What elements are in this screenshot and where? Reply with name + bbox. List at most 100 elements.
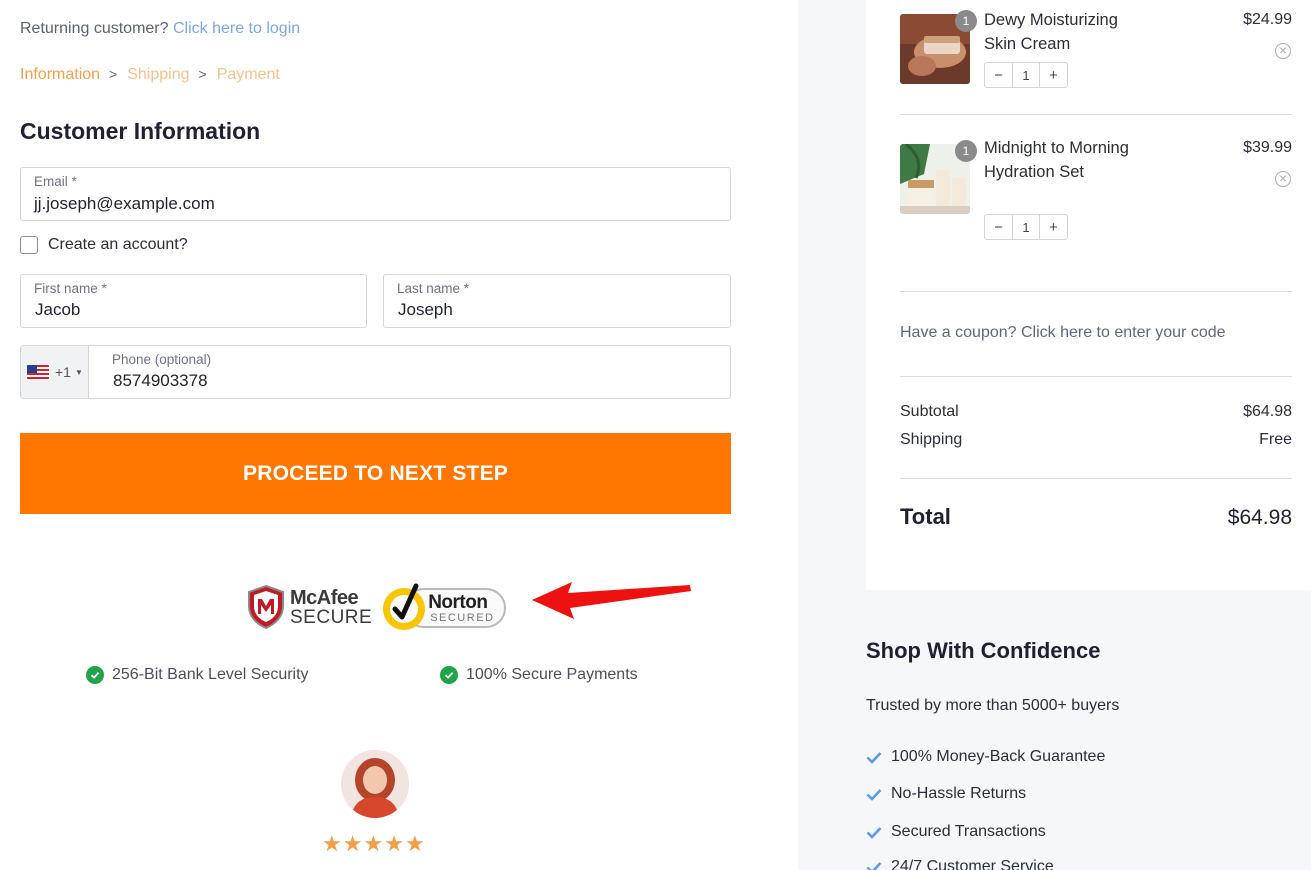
- last-name-value[interactable]: Joseph: [398, 300, 453, 320]
- product-price: $24.99: [1243, 11, 1292, 28]
- star-icon: ★: [322, 831, 342, 856]
- mcafee-top-text: McAfee: [290, 586, 359, 609]
- red-arrow-icon: [532, 582, 691, 619]
- security-badges: McAfee SECURE Norton SECURED: [246, 582, 508, 632]
- star-icon: ★: [384, 831, 404, 856]
- mcafee-bottom-text: SECURE: [290, 606, 373, 628]
- checkmark-icon: [866, 861, 882, 870]
- login-link[interactable]: Click here to login: [173, 20, 300, 37]
- norton-word: Norton: [428, 592, 488, 613]
- quantity-value[interactable]: 1: [1012, 215, 1040, 239]
- proceed-to-next-step-button[interactable]: PROCEED TO NEXT STEP: [20, 433, 731, 514]
- cart-item: 1 Midnight to Morning Hydration Set $39.…: [900, 139, 1292, 244]
- increase-quantity-button[interactable]: +: [1040, 215, 1067, 239]
- last-name-field[interactable]: Last name * Joseph: [383, 274, 731, 328]
- product-name: Dewy Moisturizing Skin Cream: [984, 11, 1118, 53]
- chevron-right-icon: >: [198, 66, 207, 82]
- first-name-field[interactable]: First name * Jacob: [20, 274, 367, 328]
- confidence-item: 24/7 Customer Service: [866, 858, 1054, 870]
- check-circle-icon: [86, 666, 104, 684]
- remove-item-icon[interactable]: ✕: [1275, 171, 1291, 187]
- email-label: Email *: [34, 174, 77, 189]
- subtotal-label: Subtotal: [900, 403, 959, 420]
- first-name-label: First name *: [34, 281, 107, 296]
- phone-value[interactable]: 8574903378: [113, 371, 208, 391]
- confidence-subtitle: Trusted by more than 5000+ buyers: [866, 697, 1120, 714]
- confidence-item-label: 24/7 Customer Service: [891, 858, 1054, 870]
- order-summary-card: 1 Dewy Moisturizing Skin Cream $24.99 ✕ …: [866, 0, 1311, 590]
- total-label: Total: [900, 504, 951, 529]
- country-code-selector[interactable]: +1 ▼: [21, 346, 89, 398]
- confidence-item-label: Secured Transactions: [891, 823, 1046, 840]
- customer-information-title: Customer Information: [20, 118, 261, 144]
- quantity-stepper[interactable]: − 1 +: [984, 62, 1068, 88]
- quantity-stepper[interactable]: − 1 +: [984, 214, 1068, 240]
- caret-down-icon: ▼: [74, 367, 83, 377]
- returning-customer-notice: Returning customer? Click here to login: [20, 20, 300, 38]
- quantity-value[interactable]: 1: [1012, 63, 1040, 87]
- order-summary-column: 1 Dewy Moisturizing Skin Cream $24.99 ✕ …: [798, 0, 1311, 870]
- subtotal-value: $64.98: [1243, 403, 1292, 420]
- email-field[interactable]: Email * jj.joseph@example.com: [20, 167, 731, 221]
- total-row: Total $64.98: [900, 504, 1292, 530]
- confidence-item-label: No-Hassle Returns: [891, 785, 1027, 802]
- coupon-link[interactable]: Have a coupon? Click here to enter your …: [900, 324, 1226, 342]
- product-price: $39.99: [1243, 139, 1292, 156]
- mcafee-shield-icon: [248, 584, 284, 630]
- create-account-checkbox[interactable]: [20, 236, 38, 254]
- star-icon: ★: [404, 831, 425, 856]
- create-account-label: Create an account?: [48, 236, 188, 253]
- phone-label: Phone (optional): [112, 352, 212, 367]
- checkmark-icon: [866, 751, 882, 764]
- cart-item: 1 Dewy Moisturizing Skin Cream $24.99 ✕ …: [900, 10, 1292, 104]
- rating-stars: ★ ★ ★ ★ ★: [322, 833, 426, 855]
- decrease-quantity-button[interactable]: −: [985, 215, 1012, 239]
- decrease-quantity-button[interactable]: −: [985, 63, 1012, 87]
- star-icon: ★: [363, 831, 384, 856]
- product-name: Midnight to Morning Hydration Set: [984, 139, 1129, 181]
- divider: [900, 376, 1292, 377]
- last-name-label: Last name *: [397, 281, 470, 296]
- checkout-form-column: Returning customer? Click here to login …: [0, 0, 798, 870]
- mcafee-secure-badge: McAfee SECURE: [246, 584, 372, 630]
- breadcrumb-payment[interactable]: Payment: [217, 66, 280, 84]
- returning-customer-text: Returning customer?: [20, 20, 169, 37]
- security-feature-label: 256-Bit Bank Level Security: [112, 666, 309, 683]
- first-name-value[interactable]: Jacob: [35, 300, 80, 320]
- norton-sub: SECURED: [430, 612, 495, 624]
- shipping-label: Shipping: [900, 431, 963, 448]
- phone-field[interactable]: +1 ▼ Phone (optional) 8574903378: [20, 345, 731, 399]
- breadcrumb-information[interactable]: Information: [20, 66, 100, 84]
- breadcrumb-shipping[interactable]: Shipping: [127, 66, 189, 84]
- create-account-row[interactable]: Create an account?: [20, 236, 188, 254]
- confidence-title: Shop With Confidence: [866, 638, 1101, 663]
- norton-secured-badge: Norton SECURED: [382, 582, 508, 632]
- total-value: $64.98: [1227, 506, 1292, 529]
- shipping-row: Shipping Free: [900, 431, 1292, 449]
- quantity-badge: 1: [955, 10, 977, 32]
- testimonial-avatar: [341, 750, 409, 818]
- confidence-item: No-Hassle Returns: [866, 785, 1026, 803]
- norton-checkmark-icon: [383, 583, 426, 630]
- divider: [900, 291, 1292, 292]
- divider: [900, 114, 1292, 115]
- us-flag-icon: [27, 365, 49, 379]
- confidence-item: Secured Transactions: [866, 823, 1046, 841]
- security-feature-item: 256-Bit Bank Level Security: [86, 666, 309, 684]
- security-feature-item: 100% Secure Payments: [440, 666, 638, 684]
- breadcrumb: Information > Shipping > Payment: [20, 66, 280, 84]
- remove-item-icon[interactable]: ✕: [1275, 43, 1291, 59]
- increase-quantity-button[interactable]: +: [1040, 63, 1067, 87]
- checkmark-icon: [866, 826, 882, 839]
- confidence-item: 100% Money-Back Guarantee: [866, 748, 1105, 766]
- security-feature-label: 100% Secure Payments: [466, 666, 638, 683]
- quantity-badge: 1: [955, 140, 977, 162]
- dial-code: +1: [55, 364, 71, 380]
- subtotal-row: Subtotal $64.98: [900, 403, 1292, 421]
- check-circle-icon: [440, 666, 458, 684]
- divider: [900, 478, 1292, 479]
- shipping-value: Free: [1259, 431, 1292, 448]
- chevron-right-icon: >: [109, 66, 118, 82]
- star-icon: ★: [342, 831, 363, 856]
- email-value[interactable]: jj.joseph@example.com: [34, 194, 215, 214]
